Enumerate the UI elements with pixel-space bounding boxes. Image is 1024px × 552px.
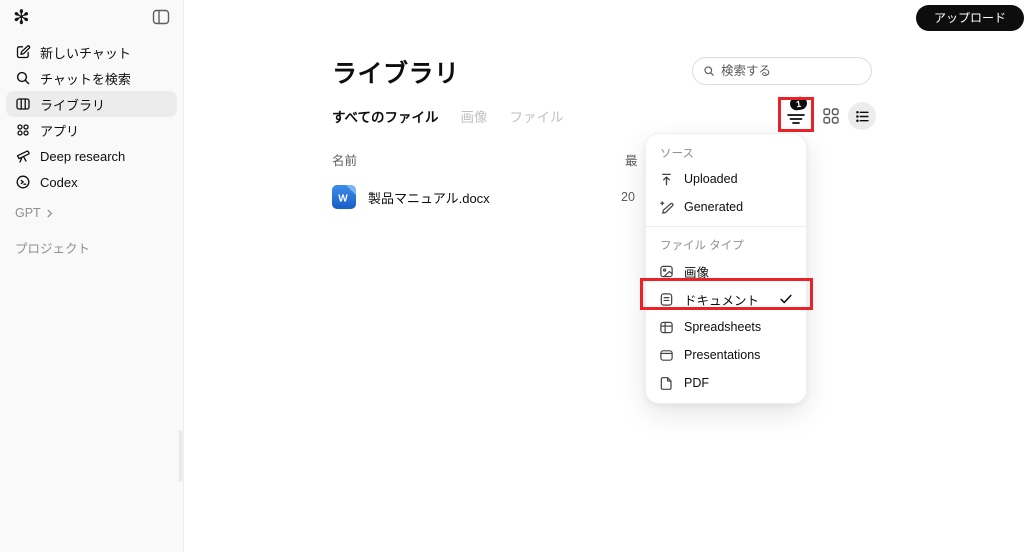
grid-view-button[interactable] bbox=[821, 106, 841, 126]
tab-files[interactable]: ファイル bbox=[510, 106, 564, 126]
upload-button[interactable]: アップロードする bbox=[916, 5, 1024, 51]
file-modified-date: 20 bbox=[621, 190, 635, 204]
sidebar-nav: 新しいチャット チャットを検索 ライブラリ アプリ Deep research … bbox=[6, 39, 177, 195]
menu-item-presentations[interactable]: Presentations bbox=[646, 341, 806, 369]
sidebar-item-label: Deep research bbox=[40, 148, 126, 164]
menu-section-file-type: ファイル タイプ bbox=[660, 239, 744, 252]
menu-item-label: Presentations bbox=[684, 348, 761, 362]
sidebar-toggle-icon[interactable] bbox=[152, 8, 170, 26]
sidebar-item-label: アプリ bbox=[40, 123, 80, 139]
sidebar-item-label: チャットを検索 bbox=[40, 71, 131, 87]
sidebar-section-label: GPT bbox=[15, 206, 41, 220]
sidebar-item-deep-research[interactable]: Deep research bbox=[6, 143, 177, 169]
menu-item-label: Spreadsheets bbox=[684, 320, 762, 334]
file-tabs: すべてのファイル 画像 ファイル bbox=[332, 106, 564, 126]
table-row[interactable]: W 製品マニュアル.docx bbox=[332, 178, 632, 216]
image-icon bbox=[659, 264, 674, 279]
word-docx-file-icon: W bbox=[332, 185, 356, 209]
svg-text:W: W bbox=[338, 194, 348, 205]
tab-images[interactable]: 画像 bbox=[461, 106, 488, 126]
presentation-icon bbox=[659, 348, 674, 363]
checkmark-icon bbox=[780, 294, 792, 304]
menu-item-label: Uploaded bbox=[684, 172, 738, 186]
sidebar-section-label: プロジェクト bbox=[15, 242, 91, 256]
menu-item-label: Generated bbox=[684, 200, 744, 214]
grid-view-icon bbox=[823, 108, 839, 124]
sidebar-item-new-chat[interactable]: 新しいチャット bbox=[6, 39, 177, 65]
sidebar-item-label: 新しいチャット bbox=[40, 45, 131, 61]
openai-logo-icon[interactable]: ✻ bbox=[13, 6, 30, 30]
app-window: ✻ 新しいチャット チャットを検索 ライブラリ アプリ Deep researc… bbox=[0, 0, 1024, 552]
search-icon bbox=[704, 66, 714, 76]
sidebar-section-gpt[interactable]: GPT bbox=[15, 206, 54, 220]
library-search[interactable] bbox=[692, 57, 872, 85]
page-title: ライブラリ bbox=[332, 60, 460, 88]
sidebar-item-library[interactable]: ライブラリ bbox=[6, 91, 177, 117]
sidebar-item-label: Codex bbox=[40, 174, 78, 190]
codex-icon bbox=[15, 174, 31, 190]
menu-item-uploaded[interactable]: Uploaded bbox=[646, 165, 806, 193]
sidebar-header: ✻ bbox=[0, 0, 183, 34]
menu-item-label: 画像 bbox=[684, 265, 710, 280]
menu-item-generated[interactable]: Generated bbox=[646, 193, 806, 221]
file-name: 製品マニュアル.docx bbox=[368, 190, 490, 206]
chevron-right-icon bbox=[47, 209, 52, 217]
pencil-sparkle-icon bbox=[659, 200, 674, 215]
library-icon bbox=[15, 96, 31, 112]
search-input[interactable] bbox=[721, 64, 861, 78]
sidebar-item-search-chats[interactable]: チャットを検索 bbox=[6, 65, 177, 91]
sidebar: ✻ 新しいチャット チャットを検索 ライブラリ アプリ Deep researc… bbox=[0, 0, 184, 552]
sidebar-scrollbar[interactable] bbox=[179, 430, 182, 482]
list-view-button[interactable] bbox=[848, 102, 876, 130]
filter-button[interactable]: 1 bbox=[784, 95, 808, 128]
pdf-file-icon bbox=[659, 376, 674, 391]
sidebar-section-projects[interactable]: プロジェクト bbox=[15, 238, 90, 257]
sidebar-item-apps[interactable]: アプリ bbox=[6, 117, 177, 143]
apps-grid-icon bbox=[15, 122, 31, 138]
column-header-modified[interactable]: 最 bbox=[625, 150, 638, 169]
menu-item-spreadsheets[interactable]: Spreadsheets bbox=[646, 313, 806, 341]
menu-item-images[interactable]: 画像 bbox=[646, 257, 806, 285]
document-icon bbox=[659, 292, 674, 307]
column-header-name[interactable]: 名前 bbox=[332, 150, 357, 169]
search-icon bbox=[15, 70, 31, 86]
tab-all-files[interactable]: すべてのファイル bbox=[332, 106, 439, 126]
upload-arrow-icon bbox=[659, 172, 674, 187]
spreadsheet-icon bbox=[659, 320, 674, 335]
menu-item-pdf[interactable]: PDF bbox=[646, 369, 806, 397]
list-view-icon bbox=[855, 110, 869, 122]
menu-item-label: ドキュメント bbox=[684, 293, 760, 308]
menu-item-documents[interactable]: ドキュメント bbox=[646, 285, 806, 313]
telescope-icon bbox=[15, 148, 31, 164]
menu-section-source: ソース bbox=[660, 147, 694, 160]
new-chat-icon bbox=[15, 44, 31, 60]
sidebar-item-codex[interactable]: Codex bbox=[6, 169, 177, 195]
sidebar-item-label: ライブラリ bbox=[40, 97, 106, 113]
filter-dropdown-menu: ソース Uploaded Generated ファイル タイプ 画像 ドキュメン… bbox=[645, 133, 807, 404]
menu-item-label: PDF bbox=[684, 376, 709, 390]
menu-divider bbox=[646, 226, 806, 227]
